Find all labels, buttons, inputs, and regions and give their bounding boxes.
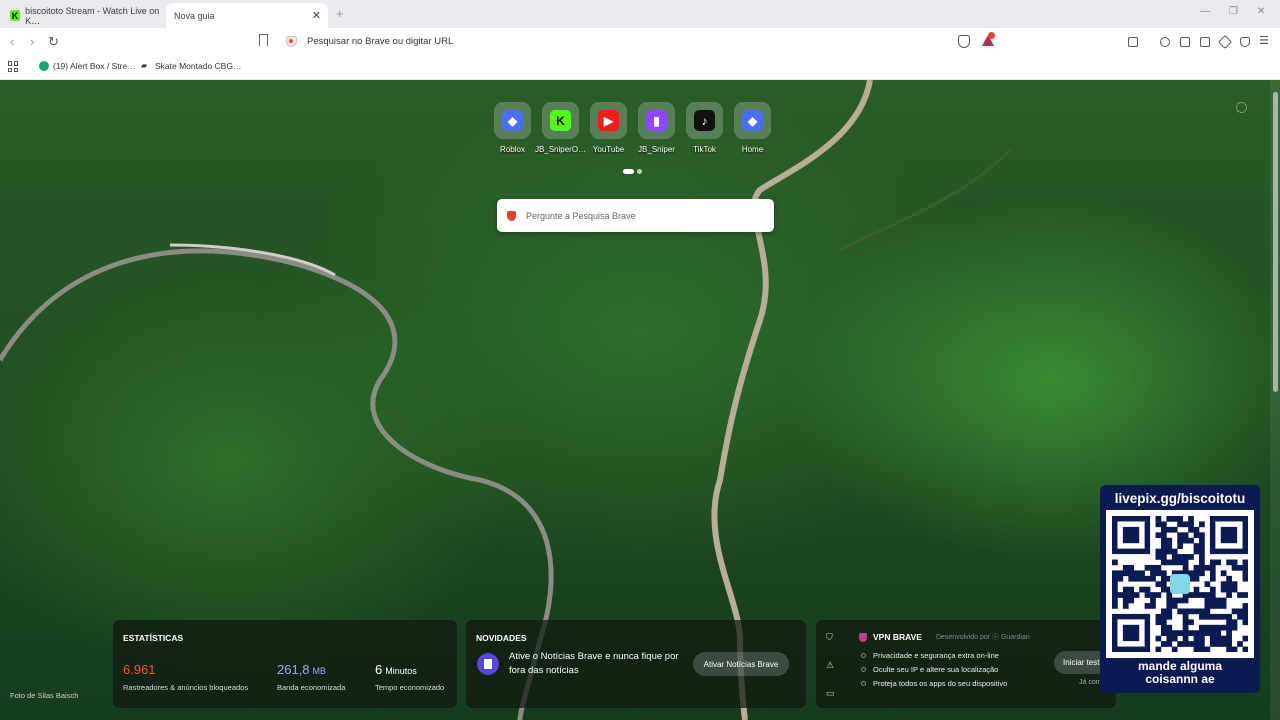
top-site-label: YouTube [592, 145, 625, 154]
customize-settings-icon[interactable] [1236, 102, 1247, 113]
vpn-header: VPN BRAVE Desenvolvido por ⓥ Guardian [859, 632, 1030, 642]
vpn-icon[interactable] [1240, 37, 1250, 47]
roblox-icon: ◆ [502, 110, 523, 131]
reload-button[interactable]: ↻ [48, 34, 59, 50]
vpn-footer-text[interactable]: Já com [1079, 679, 1102, 686]
qr-code [1106, 510, 1254, 658]
bookmark-alert-box[interactable]: (19) Alert Box / Stre… [39, 61, 136, 71]
top-site-tiktok[interactable]: ♪ TikTok [684, 102, 725, 154]
top-sites-pager[interactable] [623, 169, 642, 174]
top-site-label: TikTok [693, 145, 716, 154]
leo-ai-icon[interactable] [1217, 34, 1233, 50]
close-window-icon[interactable]: ✕ [1257, 6, 1265, 17]
news-card: NOVIDADES Ative o Notícias Brave e nunca… [466, 620, 806, 708]
new-tab-page: ◆ Roblox K JB_SniperO… ▶ YouTube ▮ JB_Sniper ♪ Ti… [0, 80, 1280, 720]
bookmark-icon[interactable] [259, 34, 268, 46]
back-button[interactable]: ‹ [10, 34, 14, 49]
minimize-icon[interactable]: — [1200, 6, 1210, 17]
pager-dot[interactable] [637, 169, 642, 174]
apps-grid-icon[interactable] [8, 61, 19, 72]
card-icon[interactable]: ▭ [826, 688, 835, 699]
pager-dot[interactable] [623, 169, 634, 174]
restore-icon[interactable]: ❐ [1229, 6, 1238, 17]
photo-credit[interactable]: Foto de Silas Baisch [10, 691, 78, 700]
stats-heading: ESTATÍSTICAS [123, 633, 184, 643]
bookmark-skate[interactable]: ▰ Skate Montado CBG… [141, 61, 241, 71]
tiktok-icon: ♪ [694, 110, 715, 131]
address-placeholder: Pesquisar no Brave ou digitar URL [307, 36, 454, 47]
livepix-overlay: livepix.gg/biscoitotu mande alguma coisa… [1100, 485, 1260, 693]
stat-time: 6 Minutos Tempo economizado [375, 662, 445, 692]
vpn-shield-icon[interactable]: ⛉ [826, 632, 833, 643]
news-heading: NOVIDADES [476, 633, 527, 643]
youtube-icon: ▶ [598, 110, 619, 131]
kick-favicon-icon: K [10, 10, 21, 21]
top-site-label: JB_Sniper [638, 145, 675, 154]
rewards-notification-badge [988, 32, 995, 39]
kick-icon: K [550, 110, 571, 131]
vpn-title: VPN BRAVE [873, 632, 922, 642]
top-site-jb-snipero[interactable]: K JB_SniperO… [535, 102, 586, 154]
search-box[interactable]: Pergunte a Pesquisa Brave [497, 199, 774, 232]
page-scrollbar[interactable] [1270, 80, 1280, 720]
new-tab-button[interactable]: + [336, 6, 344, 21]
overlay-caption: mande alguma coisannn ae [1137, 659, 1223, 686]
warning-icon[interactable]: ⚠ [826, 660, 834, 671]
close-tab-icon[interactable]: ✕ [312, 9, 321, 22]
vpn-developer: Desenvolvido por ⓥ Guardian [935, 634, 1030, 641]
address-bar[interactable]: Pesquisar no Brave ou digitar URL [280, 32, 1000, 51]
bookmarks-bar: (19) Alert Box / Stre… ▰ Skate Montado C… [0, 55, 1280, 80]
streamlabs-icon [39, 61, 49, 71]
skate-icon: ▰ [141, 61, 148, 70]
menu-icon[interactable]: ☰ [1259, 34, 1269, 47]
vpn-feature: Proteja todos os apps do seu dispositivo [861, 679, 1007, 688]
tab-title: Nova guia [174, 10, 215, 21]
overlay-title: livepix.gg/biscoitotu [1114, 491, 1246, 506]
site-info-icon[interactable] [286, 36, 297, 47]
top-site-jb-sniper[interactable]: ▮ JB_Sniper [636, 102, 677, 154]
twitch-icon: ▮ [646, 110, 667, 131]
top-site-label: JB_SniperO… [534, 145, 587, 154]
brave-shields-icon[interactable] [958, 35, 970, 48]
tab-title: biscoitoto Stream - Watch Live on K… [25, 5, 160, 26]
stat-trackers: 6.961 Rastreadores & anúncios bloqueados [123, 662, 249, 692]
top-site-label: Home [741, 145, 764, 154]
roblox-icon: ◆ [742, 110, 763, 131]
wallet-icon[interactable] [1200, 37, 1210, 47]
vpn-logo-icon [859, 632, 867, 642]
toolbar: ‹ › ↻ Pesquisar no Brave ou digitar URL … [0, 28, 1280, 55]
media-icon[interactable] [1160, 37, 1170, 47]
top-site-home[interactable]: ◆ Home [732, 102, 773, 154]
top-site-youtube[interactable]: ▶ YouTube [588, 102, 629, 154]
brave-search-icon [507, 210, 516, 221]
news-icon [477, 653, 499, 675]
search-placeholder: Pergunte a Pesquisa Brave [526, 210, 636, 221]
sidebar-tab-icon[interactable] [1128, 37, 1138, 47]
vpn-feature: Oculte seu IP e altere sua localização [861, 665, 998, 674]
news-text: Ative o Notícias Brave e nunca fique por… [509, 651, 679, 676]
tab-new-tab[interactable]: Nova guia ✕ [166, 3, 328, 28]
tab-kick-stream[interactable]: K biscoitoto Stream - Watch Live on K… [6, 3, 164, 28]
enable-news-button[interactable]: Ativar Notícias Brave [693, 652, 789, 676]
stats-card: ESTATÍSTICAS 6.961 Rastreadores & anúnci… [113, 620, 457, 708]
vpn-feature: Privacidade e segurança extra on-line [861, 651, 999, 660]
top-sites: ◆ Roblox K JB_SniperO… ▶ YouTube ▮ JB_Sniper ♪ Ti… [492, 102, 773, 154]
forward-button[interactable]: › [30, 34, 34, 49]
tab-bar: K biscoitoto Stream - Watch Live on K… N… [0, 0, 1280, 28]
vpn-card: ⛉ ⚠ ▭ VPN BRAVE Desenvolvido por ⓥ Guard… [816, 620, 1124, 708]
stat-bandwidth: 261,8 MB Banda economizada [277, 662, 346, 692]
top-site-label: Roblox [500, 145, 525, 154]
top-site-roblox[interactable]: ◆ Roblox [492, 102, 533, 154]
sidebar-icon[interactable] [1180, 37, 1190, 47]
